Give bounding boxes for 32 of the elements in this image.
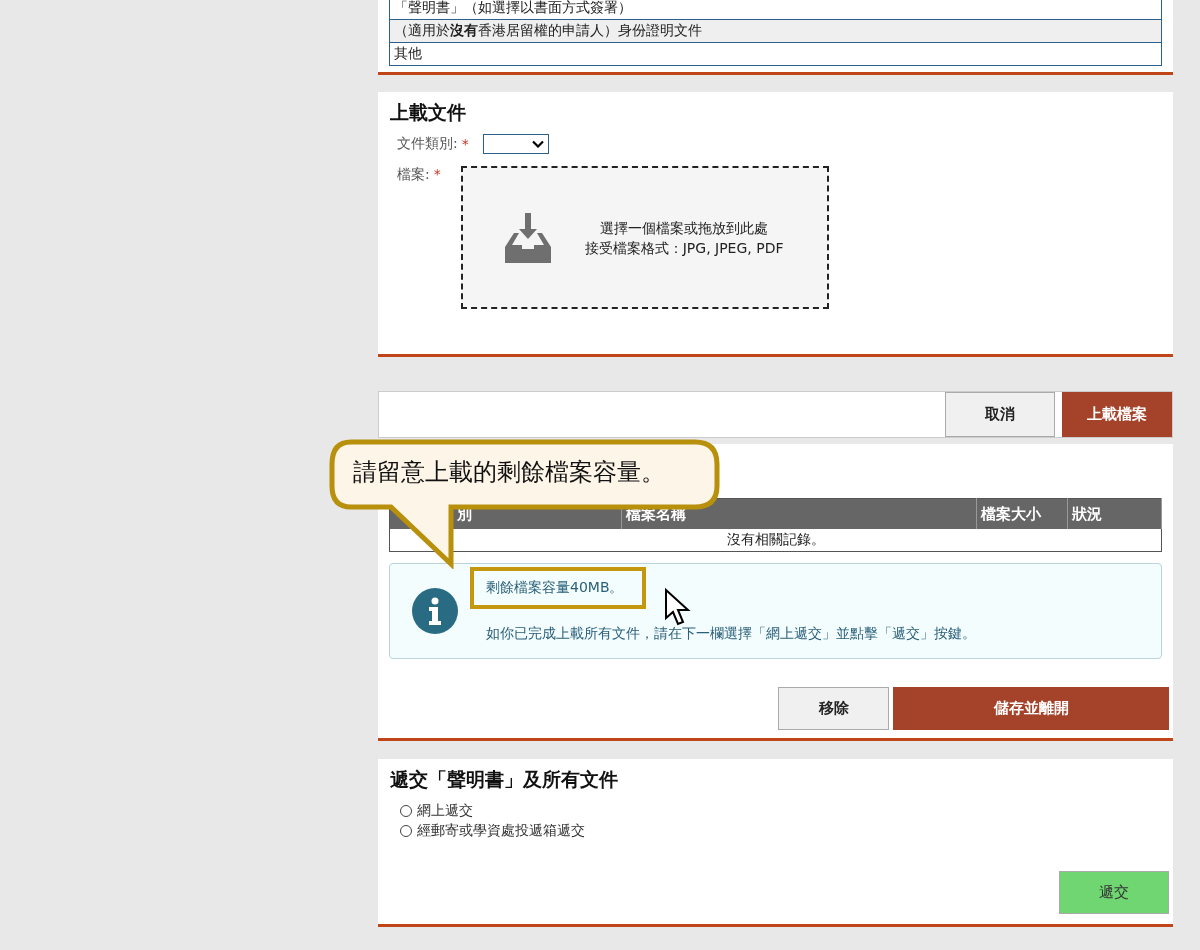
callout-text: 請留意上載的剩餘檔案容量。 [353, 457, 665, 488]
table-cell: 「聲明書」（如選擇以書面方式簽署） [389, 0, 1162, 20]
action-button[interactable]: 上載檔案 [1062, 392, 1172, 437]
field-label: 檔案: [397, 166, 430, 184]
option-label[interactable]: 經郵寄或學資處投遞箱遞交 [417, 822, 585, 840]
cursor-icon [664, 588, 692, 628]
column-header: 狀況 [1067, 498, 1162, 529]
action-button[interactable]: 移除 [778, 687, 889, 730]
caret-icon [531, 140, 544, 148]
type-select[interactable] [482, 134, 549, 154]
info-message: 如你已完成上載所有文件，請在下一欄選擇「網上遞交」並點擊「遞交」按鍵。 [486, 625, 976, 643]
required-mark: * [433, 166, 441, 182]
remaining-capacity: 剩餘檔案容量40MB。 [486, 579, 625, 597]
action-button[interactable]: 儲存並離開 [893, 687, 1169, 730]
empty-message: 沒有相關記錄。 [389, 529, 1162, 552]
section-title: 遞交「聲明書」及所有文件 [390, 767, 619, 792]
column-header: 檔案大小 [976, 498, 1068, 529]
action-button[interactable]: 取消 [945, 392, 1055, 437]
format-note: 接受檔案格式：JPG, JPEG, PDF [584, 238, 784, 258]
radio-button[interactable] [400, 825, 412, 837]
section-title: 上載文件 [390, 100, 467, 125]
required-mark: * [461, 136, 469, 152]
table-cell: （適用於沒有香港居留權的申請人）身份證明文件 [389, 19, 1162, 43]
submit-button[interactable]: 遞交 [1059, 871, 1169, 914]
drop-instruction: 選擇一個檔案或拖放到此處 [600, 218, 769, 238]
radio-button[interactable] [400, 805, 412, 817]
field-label: 文件類別: [397, 135, 458, 153]
inbox-download-icon [504, 212, 551, 263]
drop-zone[interactable]: 選擇一個檔案或拖放到此處 接受檔案格式：JPG, JPEG, PDF [460, 166, 829, 309]
table-cell: 其他 [389, 42, 1162, 66]
info-icon [412, 588, 458, 634]
option-label[interactable]: 網上遞交 [417, 802, 473, 820]
